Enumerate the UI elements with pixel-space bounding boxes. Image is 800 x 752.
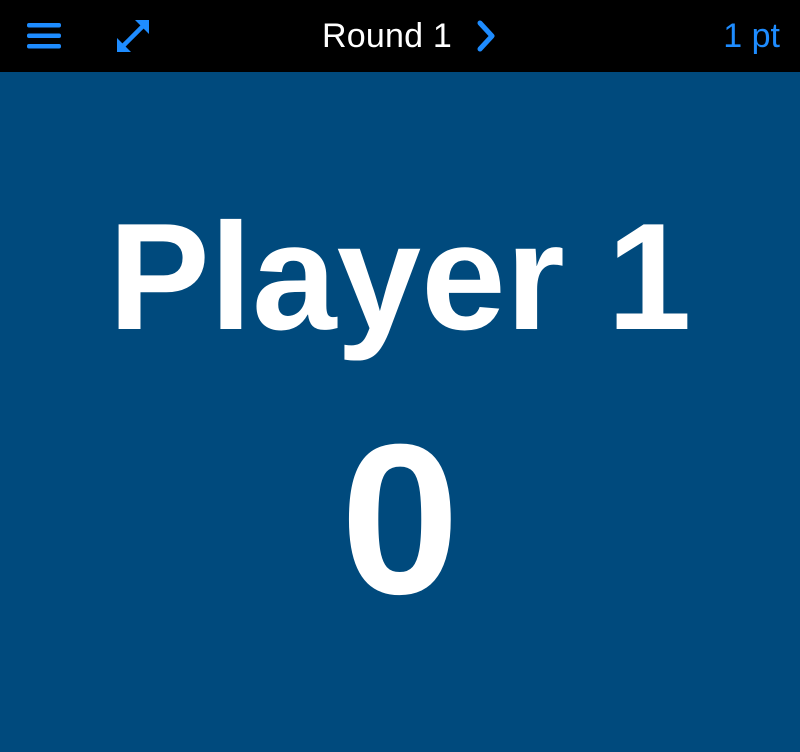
menu-button[interactable]: [22, 0, 66, 72]
next-round-button[interactable]: [474, 16, 498, 56]
score-app: Round 1 1 pt Player 1 0: [0, 0, 800, 752]
player-score: 0: [340, 400, 460, 639]
points-button[interactable]: 1 pt: [723, 0, 780, 72]
chevron-right-icon: [477, 20, 495, 52]
player-name: Player 1: [108, 192, 692, 362]
player-panel[interactable]: Player 1 0: [0, 72, 800, 752]
expand-button[interactable]: [110, 0, 156, 72]
round-title: Round 1: [322, 16, 452, 55]
hamburger-menu-icon: [27, 23, 61, 49]
round-selector: Round 1: [300, 0, 520, 72]
expand-arrows-icon: [117, 20, 149, 52]
top-toolbar: Round 1 1 pt: [0, 0, 800, 72]
